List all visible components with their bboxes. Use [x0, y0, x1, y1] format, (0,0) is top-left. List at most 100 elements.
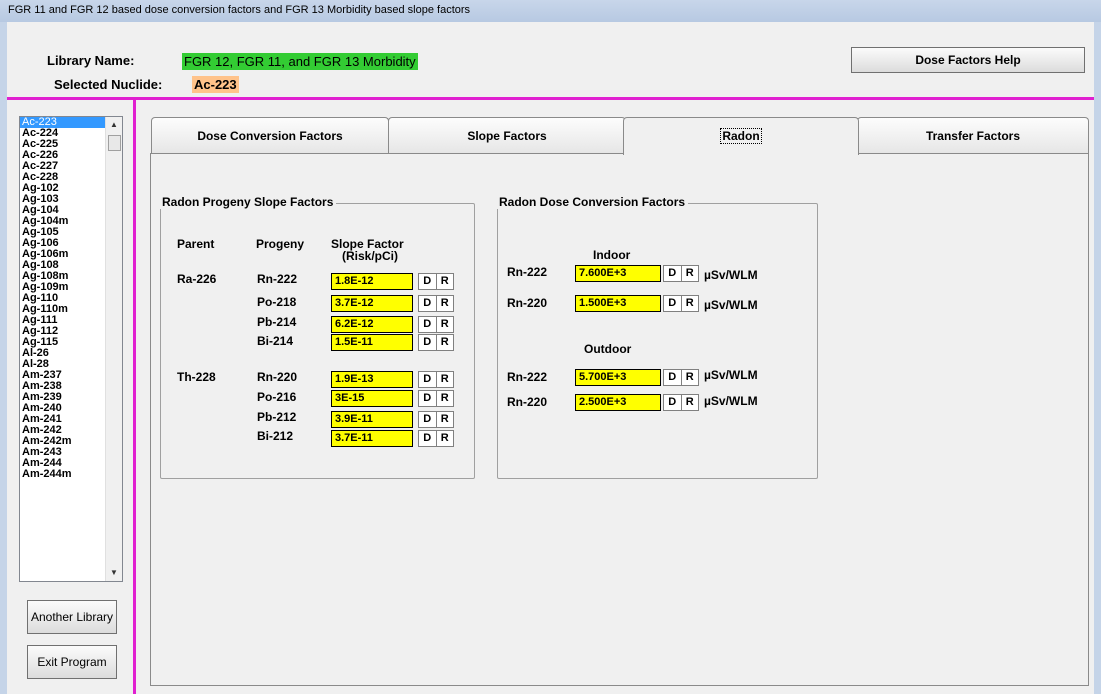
- d-button[interactable]: D: [419, 335, 436, 350]
- tab-transfer-factors[interactable]: Transfer Factors: [857, 117, 1089, 153]
- tab-radon[interactable]: Radon: [623, 117, 859, 155]
- nuclide-label: Rn-220: [507, 395, 548, 409]
- slope-factor-field[interactable]: 1.5E-11: [331, 334, 413, 351]
- r-button[interactable]: R: [435, 372, 454, 387]
- slope-factor-field[interactable]: 6.2E-12: [331, 316, 413, 333]
- another-library-button[interactable]: Another Library: [27, 600, 117, 634]
- slope-factor-field[interactable]: 3.9E-11: [331, 411, 413, 428]
- d-r-buttons: DR: [418, 430, 454, 447]
- d-button[interactable]: D: [419, 274, 436, 289]
- progeny-label: Rn-222: [257, 272, 298, 286]
- exit-program-button[interactable]: Exit Program: [27, 645, 117, 679]
- nuclide-list-items: Ac-223 Ac-224 Ac-225 Ac-226 Ac-227 Ac-228 Ag-1…: [20, 117, 106, 480]
- r-button[interactable]: R: [435, 431, 454, 446]
- d-r-buttons: DR: [418, 371, 454, 388]
- r-button[interactable]: R: [435, 296, 454, 311]
- parent-label: Ra-226: [177, 272, 217, 286]
- progeny-column-header: Progeny: [256, 237, 305, 251]
- progeny-label: Bi-212: [257, 429, 294, 443]
- d-r-buttons: DR: [418, 316, 454, 333]
- scroll-up-icon[interactable]: ▲: [106, 117, 122, 133]
- library-name-label: Library Name:: [47, 53, 135, 68]
- selected-nuclide-label: Selected Nuclide:: [54, 77, 163, 92]
- d-button[interactable]: D: [419, 431, 436, 446]
- nuclide-list-item[interactable]: Am-244m: [20, 469, 106, 480]
- unit-label: µSv/WLM: [704, 298, 758, 312]
- parent-label: Th-228: [177, 370, 216, 384]
- r-button[interactable]: R: [435, 412, 454, 427]
- d-button[interactable]: D: [664, 296, 681, 311]
- d-r-buttons: DR: [418, 390, 454, 407]
- progeny-label: Rn-220: [257, 370, 298, 384]
- d-button[interactable]: D: [664, 266, 681, 281]
- d-r-buttons: DR: [418, 273, 454, 290]
- library-name-value: FGR 12, FGR 11, and FGR 13 Morbidity: [182, 53, 418, 70]
- unit-label: µSv/WLM: [704, 394, 758, 408]
- r-button[interactable]: R: [680, 296, 699, 311]
- d-button[interactable]: D: [419, 391, 436, 406]
- r-button[interactable]: R: [435, 317, 454, 332]
- slope-factor-field[interactable]: 1.9E-13: [331, 371, 413, 388]
- slope-factor-field[interactable]: 3E-15: [331, 390, 413, 407]
- nuclide-label: Rn-220: [507, 296, 548, 310]
- outdoor-label: Outdoor: [584, 342, 632, 356]
- dcf-field[interactable]: 5.700E+3: [575, 369, 661, 386]
- dose-factors-help-button[interactable]: Dose Factors Help: [851, 47, 1085, 73]
- tab-dose-conversion-factors[interactable]: Dose Conversion Factors: [151, 117, 389, 153]
- tab-radon-label: Radon: [720, 128, 762, 144]
- d-button[interactable]: D: [419, 296, 436, 311]
- dcf-field[interactable]: 7.600E+3: [575, 265, 661, 282]
- slope-factor-field[interactable]: 3.7E-12: [331, 295, 413, 312]
- progeny-label: Pb-214: [257, 315, 297, 329]
- window-frame-left: [0, 22, 7, 694]
- group-title: Radon Progeny Slope Factors: [159, 195, 337, 209]
- scroll-down-icon[interactable]: ▼: [106, 565, 122, 581]
- nuclide-label: Rn-222: [507, 370, 548, 384]
- selected-nuclide-value: Ac-223: [192, 76, 239, 93]
- nuclide-label: Rn-222: [507, 265, 548, 279]
- d-r-buttons: DR: [418, 411, 454, 428]
- d-r-buttons: DR: [663, 394, 699, 411]
- list-scrollbar[interactable]: ▲ ▼: [105, 117, 122, 581]
- d-r-buttons: DR: [418, 295, 454, 312]
- slope-factor-field[interactable]: 3.7E-11: [331, 430, 413, 447]
- tab-slope-factors[interactable]: Slope Factors: [388, 117, 626, 153]
- unit-label: µSv/WLM: [704, 368, 758, 382]
- r-button[interactable]: R: [435, 274, 454, 289]
- d-r-buttons: DR: [663, 295, 699, 312]
- parent-column-header: Parent: [177, 237, 215, 251]
- slope-factor-field[interactable]: 1.8E-12: [331, 273, 413, 290]
- progeny-label: Po-216: [257, 390, 297, 404]
- progeny-label: Bi-214: [257, 334, 294, 348]
- d-r-buttons: DR: [663, 369, 699, 386]
- scroll-thumb[interactable]: [108, 135, 121, 151]
- r-button[interactable]: R: [435, 335, 454, 350]
- nuclide-listbox[interactable]: Ac-223 Ac-224 Ac-225 Ac-226 Ac-227 Ac-228 Ag-1…: [19, 116, 123, 582]
- d-button[interactable]: D: [419, 317, 436, 332]
- d-r-buttons: DR: [663, 265, 699, 282]
- dcf-field[interactable]: 1.500E+3: [575, 295, 661, 312]
- d-button[interactable]: D: [664, 370, 681, 385]
- r-button[interactable]: R: [680, 370, 699, 385]
- d-button[interactable]: D: [664, 395, 681, 410]
- dcf-field[interactable]: 2.500E+3: [575, 394, 661, 411]
- r-button[interactable]: R: [680, 395, 699, 410]
- slope-factor-units: (Risk/pCi): [342, 249, 399, 263]
- window-frame-right: [1094, 22, 1101, 694]
- d-button[interactable]: D: [419, 372, 436, 387]
- progeny-label: Po-218: [257, 295, 297, 309]
- progeny-label: Pb-212: [257, 410, 297, 424]
- unit-label: µSv/WLM: [704, 268, 758, 282]
- group-title: Radon Dose Conversion Factors: [496, 195, 689, 209]
- header-divider: [7, 97, 1094, 100]
- title-bar: FGR 11 and FGR 12 based dose conversion …: [0, 0, 1101, 23]
- r-button[interactable]: R: [435, 391, 454, 406]
- d-button[interactable]: D: [419, 412, 436, 427]
- d-r-buttons: DR: [418, 334, 454, 351]
- window-title: FGR 11 and FGR 12 based dose conversion …: [8, 4, 471, 16]
- application-window: FGR 11 and FGR 12 based dose conversion …: [0, 0, 1101, 694]
- indoor-label: Indoor: [593, 248, 631, 262]
- r-button[interactable]: R: [680, 266, 699, 281]
- radon-dose-conversion-factors-group: Radon Dose Conversion Factors: [496, 195, 818, 479]
- sidebar-divider: [133, 100, 136, 694]
